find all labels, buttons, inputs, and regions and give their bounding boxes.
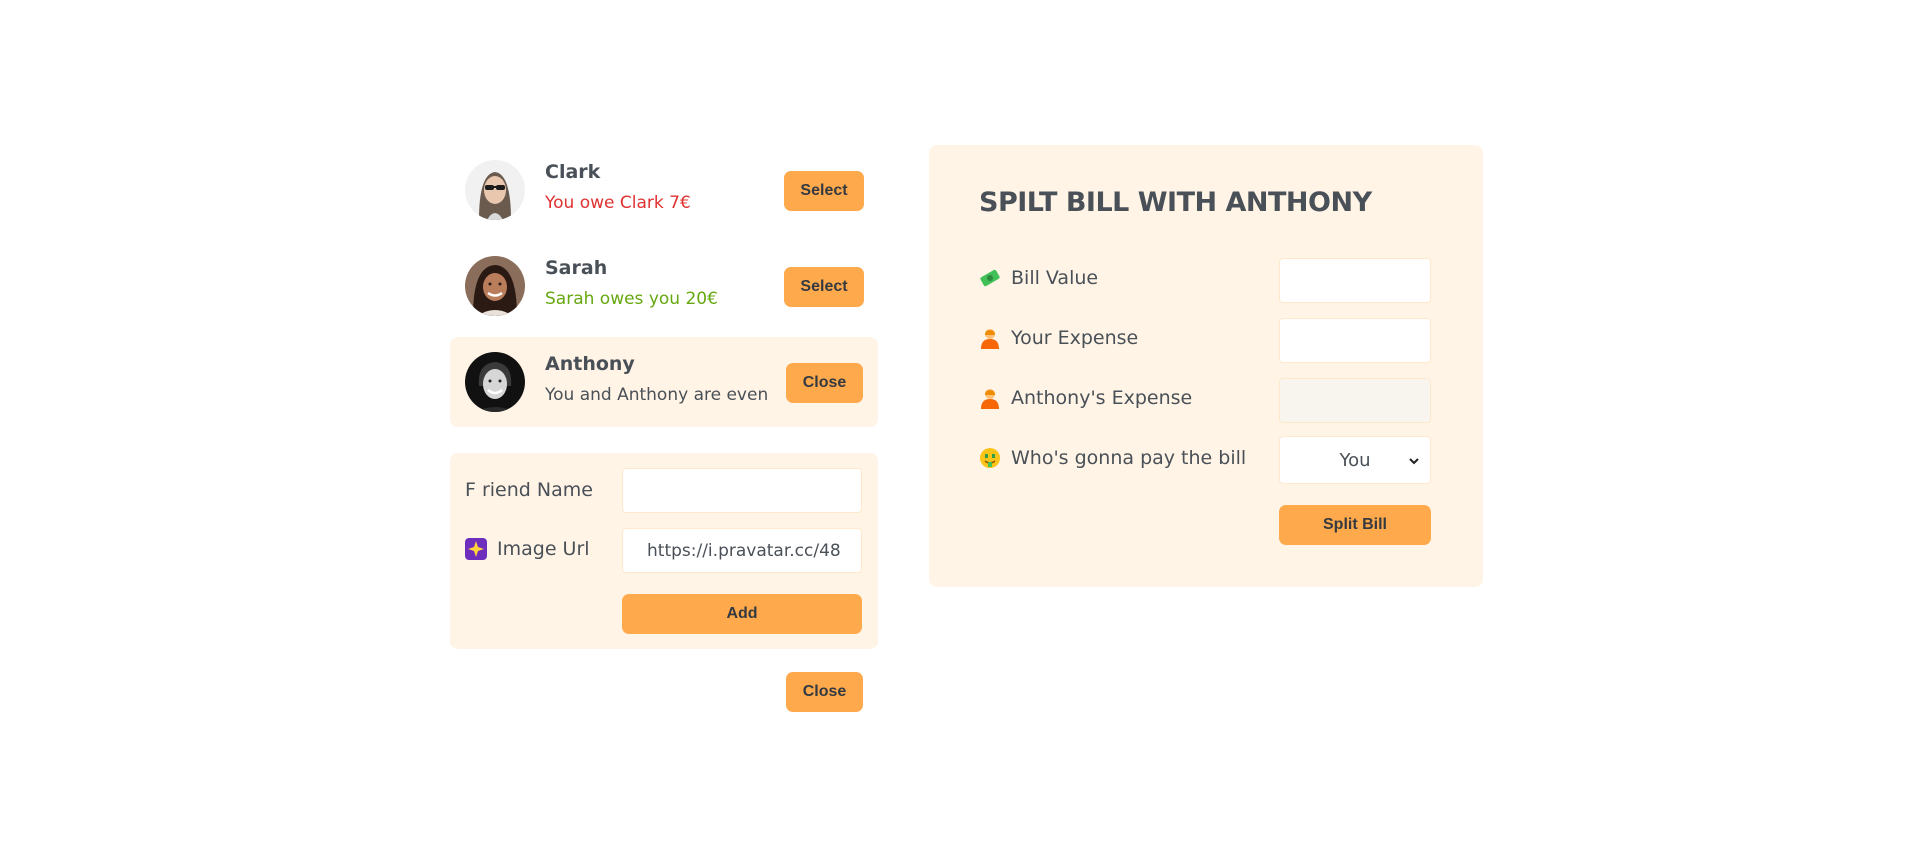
friend-balance: You and Anthony are even <box>545 385 769 405</box>
person-icon <box>979 327 1001 349</box>
friend-item-clark: Clark You owe Clark 7€ Select <box>450 145 878 235</box>
split-bill-button[interactable]: Split Bill <box>1279 505 1431 545</box>
select-clark-button[interactable]: Select <box>784 171 864 211</box>
your-expense-label: Your Expense <box>979 327 1138 349</box>
image-url-label: Image Url <box>465 538 590 560</box>
add-friend-button[interactable]: Add <box>622 594 862 634</box>
avatar-clark <box>465 160 525 220</box>
image-url-input[interactable]: https://i.pravatar.cc/48 <box>622 528 862 573</box>
friend-expense-input <box>1279 378 1431 423</box>
money-icon <box>979 267 1001 289</box>
friend-balance: Sarah owes you 20€ <box>545 289 718 309</box>
friend-name-label: F riend Name <box>465 479 593 501</box>
avatar-anthony <box>465 352 525 412</box>
money-face-icon <box>979 447 1001 469</box>
friend-name: Sarah <box>545 257 608 279</box>
friend-expense-label-text: Anthony's Expense <box>1011 387 1193 409</box>
your-expense-input[interactable] <box>1279 318 1431 363</box>
friend-name-label-text: F riend Name <box>465 479 593 501</box>
payer-label-text: Who's gonna pay the bill <box>1011 447 1247 469</box>
app: Clark You owe Clark 7€ Select Sarah Sara… <box>450 145 1483 745</box>
split-bill-form: SPILT BILL WITH ANTHONY Bill Value Your … <box>929 145 1483 587</box>
friend-name: Clark <box>545 161 601 183</box>
close-form-button[interactable]: Close <box>786 672 863 712</box>
payer-label: Who's gonna pay the bill <box>979 447 1246 469</box>
payer-select[interactable]: You <box>1279 436 1431 484</box>
chevron-down-icon <box>1408 452 1420 473</box>
friend-balance: You owe Clark 7€ <box>545 193 691 213</box>
image-url-label-text: Image Url <box>497 538 590 560</box>
your-expense-label-text: Your Expense <box>1011 327 1139 349</box>
close-anthony-button[interactable]: Close <box>786 363 863 403</box>
sparkle-icon <box>465 538 487 560</box>
split-bill-title: SPILT BILL WITH ANTHONY <box>979 187 1372 218</box>
friend-name: Anthony <box>545 353 635 375</box>
friend-item-sarah: Sarah Sarah owes you 20€ Select <box>450 241 878 331</box>
avatar-sarah <box>465 256 525 316</box>
bill-value-label-text: Bill Value <box>1011 267 1099 289</box>
friend-name-input[interactable] <box>622 468 862 513</box>
friend-expense-label: Anthony's Expense <box>979 387 1192 409</box>
bill-value-label: Bill Value <box>979 267 1098 289</box>
bill-value-input[interactable] <box>1279 258 1431 303</box>
person-icon <box>979 387 1001 409</box>
payer-select-value: You <box>1339 449 1371 471</box>
select-sarah-button[interactable]: Select <box>784 267 864 307</box>
add-friend-form: F riend Name Image Url https://i.pravata… <box>450 453 878 649</box>
friend-item-anthony: Anthony You and Anthony are even Close <box>450 337 878 427</box>
